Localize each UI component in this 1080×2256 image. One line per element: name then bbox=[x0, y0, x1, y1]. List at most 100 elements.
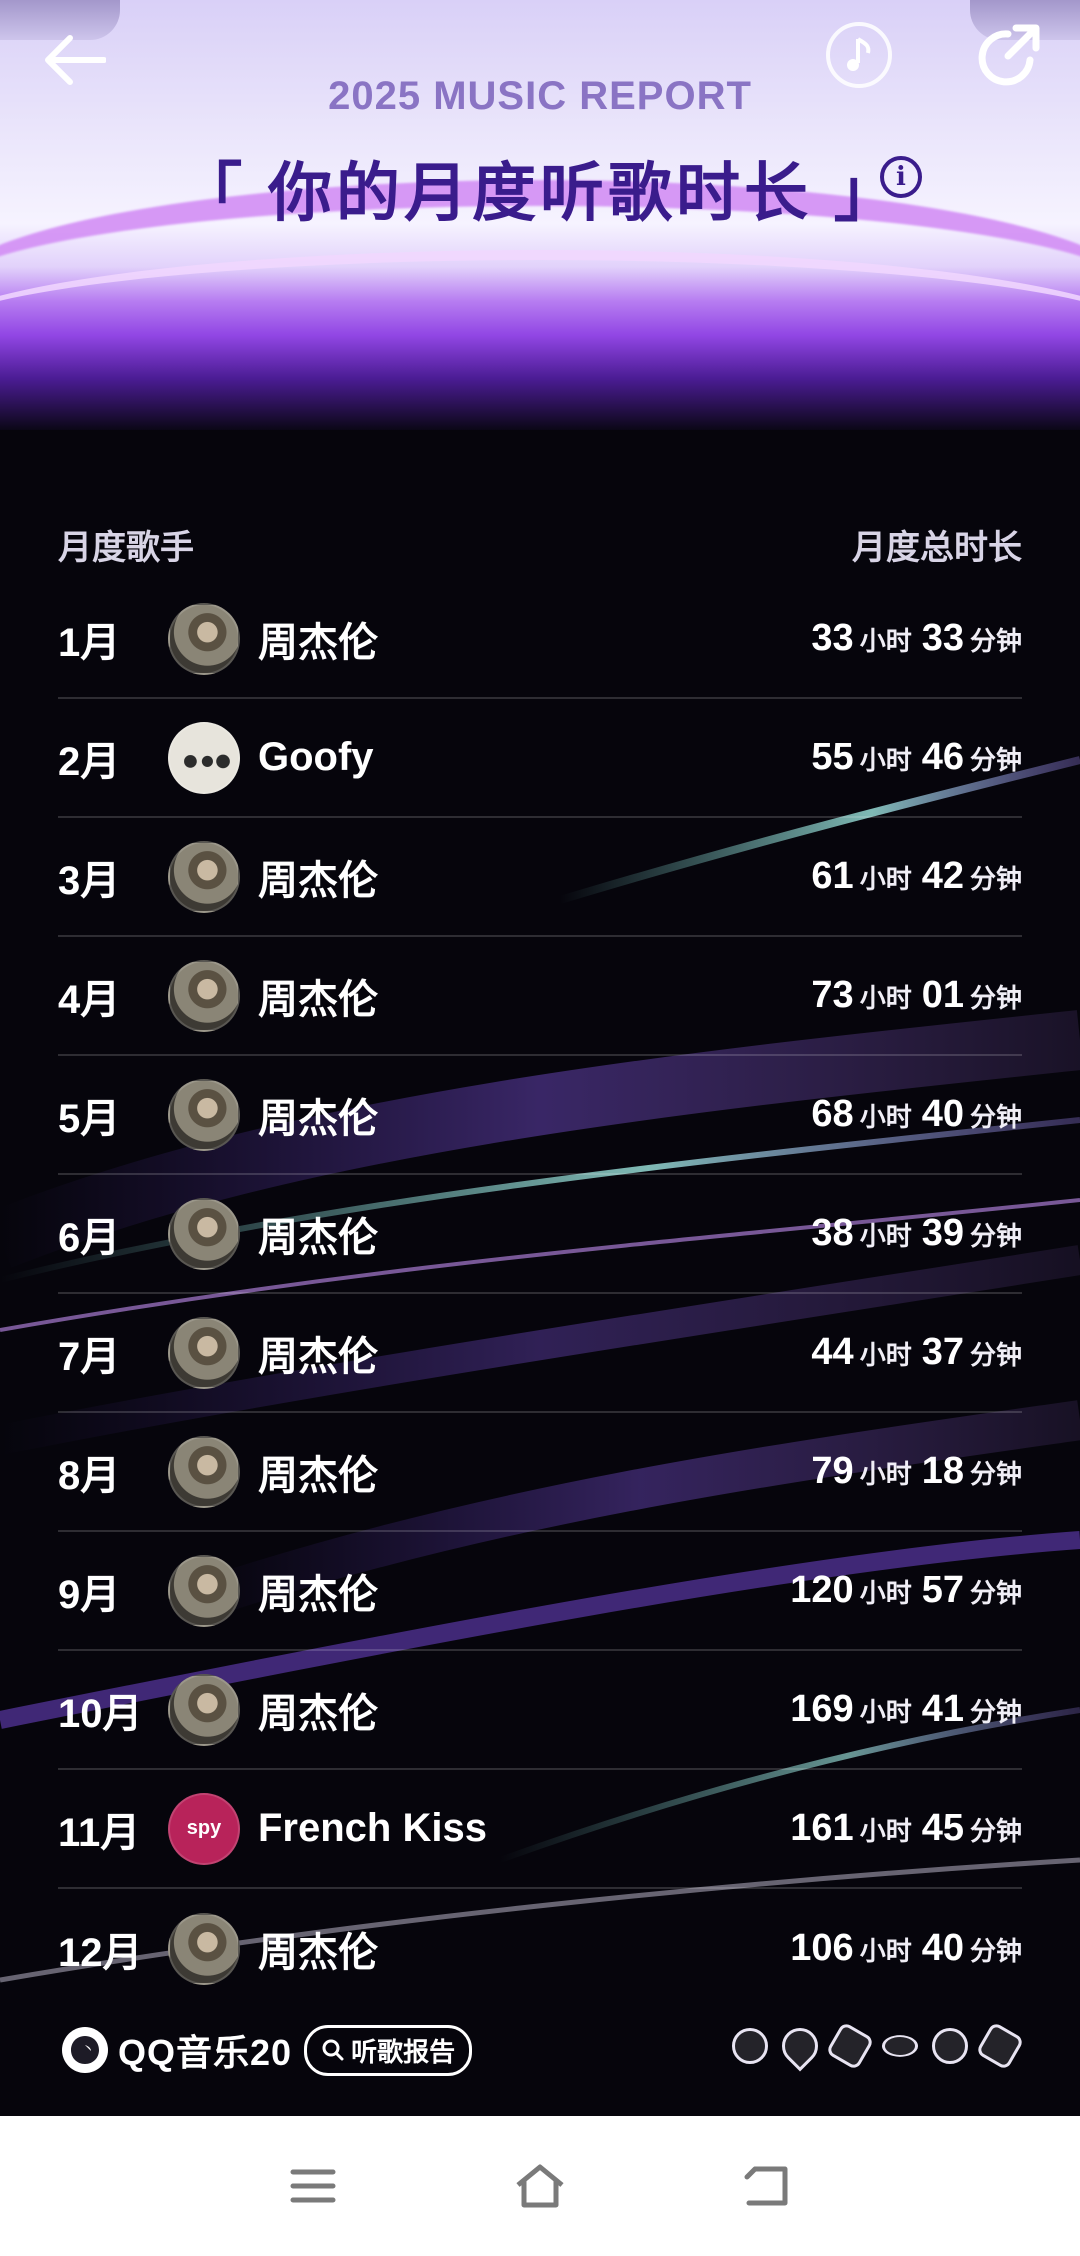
artist-name: Goofy bbox=[258, 735, 374, 779]
hours-value: 161 bbox=[790, 1807, 854, 1849]
minutes-value: 40 bbox=[921, 1927, 964, 1969]
hours-value: 55 bbox=[811, 736, 854, 778]
hours-value: 61 bbox=[811, 855, 854, 897]
minutes-value: 41 bbox=[921, 1688, 964, 1730]
artist-name: 周杰伦 bbox=[258, 1334, 378, 1379]
month-label: 8月 bbox=[58, 1453, 121, 1498]
hours-unit: 小时 bbox=[859, 1221, 912, 1251]
month-row: 7月 周杰伦 44 小时 37 分钟 bbox=[58, 1294, 1022, 1413]
minutes-unit: 分钟 bbox=[969, 1578, 1022, 1608]
hours-unit: 小时 bbox=[859, 1102, 912, 1132]
minutes-value: 18 bbox=[921, 1450, 964, 1492]
minutes-value: 01 bbox=[921, 974, 964, 1016]
month-row: 10月 周杰伦 169 小时 41 分钟 bbox=[58, 1651, 1022, 1770]
month-row: 9月 周杰伦 120 小时 57 分钟 bbox=[58, 1532, 1022, 1651]
minutes-unit: 分钟 bbox=[969, 1816, 1022, 1846]
system-navigation-bar bbox=[0, 2116, 1080, 2256]
home-button[interactable] bbox=[500, 2146, 580, 2226]
minutes-value: 45 bbox=[921, 1807, 964, 1849]
month-row: 3月 周杰伦 61 小时 42 分钟 bbox=[58, 818, 1022, 937]
achievement-badges bbox=[732, 2020, 1025, 2072]
duration: 73 小时 01 分钟 bbox=[811, 974, 1022, 1017]
month-label: 6月 bbox=[58, 1215, 121, 1260]
artist-avatar bbox=[168, 602, 240, 675]
hours-unit: 小时 bbox=[859, 626, 912, 656]
minutes-value: 39 bbox=[921, 1212, 964, 1254]
badge-heart-icon bbox=[774, 2020, 826, 2072]
duration: 161 小时 45 分钟 bbox=[790, 1807, 1022, 1850]
minutes-value: 42 bbox=[921, 855, 964, 897]
month-row: 12月 周杰伦 106 小时 40 分钟 bbox=[58, 1889, 1022, 2008]
month-label: 12月 bbox=[58, 1930, 143, 1975]
artist-avatar bbox=[168, 1673, 240, 1746]
hours-unit: 小时 bbox=[859, 745, 912, 775]
column-header-duration: 月度总时长 bbox=[852, 529, 1022, 567]
hours-value: 120 bbox=[790, 1569, 854, 1611]
artist-avatar bbox=[168, 1316, 240, 1389]
month-label: 3月 bbox=[58, 858, 121, 903]
hours-value: 33 bbox=[811, 617, 854, 659]
hours-unit: 小时 bbox=[859, 1816, 912, 1846]
minutes-value: 57 bbox=[921, 1569, 964, 1611]
back-icon bbox=[744, 2166, 788, 2206]
artist-name: 周杰伦 bbox=[258, 1572, 378, 1617]
report-screen: 2025 MUSIC REPORT 「 你的月度听歌时长 」 i 月度歌手 月度… bbox=[0, 0, 1080, 2116]
artist-name: 周杰伦 bbox=[258, 620, 378, 665]
duration: 38 小时 39 分钟 bbox=[811, 1212, 1022, 1255]
hours-unit: 小时 bbox=[859, 864, 912, 894]
listening-report-pill: 听歌报告 bbox=[304, 2024, 473, 2076]
duration: 169 小时 41 分钟 bbox=[790, 1688, 1022, 1731]
artist-avatar bbox=[168, 840, 240, 913]
minutes-value: 37 bbox=[921, 1331, 964, 1373]
artist-name: French Kiss bbox=[258, 1806, 487, 1850]
artist-name: 周杰伦 bbox=[258, 1215, 378, 1260]
artist-name: 周杰伦 bbox=[258, 1691, 378, 1736]
hours-unit: 小时 bbox=[859, 983, 912, 1013]
badge-ring-icon bbox=[876, 2032, 924, 2060]
minutes-unit: 分钟 bbox=[969, 1221, 1022, 1251]
artist-name: 周杰伦 bbox=[258, 1096, 378, 1141]
minutes-value: 46 bbox=[921, 736, 964, 778]
month-label: 7月 bbox=[58, 1334, 121, 1379]
month-label: 2月 bbox=[58, 739, 121, 784]
duration: 79 小时 18 分钟 bbox=[811, 1450, 1022, 1493]
info-icon[interactable]: i bbox=[880, 156, 922, 198]
report-subtitle: 2025 MUSIC REPORT bbox=[328, 74, 752, 118]
artist-name: 周杰伦 bbox=[258, 858, 378, 903]
artist-avatar bbox=[168, 1554, 240, 1627]
hours-unit: 小时 bbox=[859, 1578, 912, 1608]
minutes-unit: 分钟 bbox=[969, 1459, 1022, 1489]
badge-square-icon bbox=[825, 2021, 875, 2071]
duration: 33 小时 33 分钟 bbox=[811, 617, 1022, 660]
system-back-button[interactable] bbox=[727, 2146, 807, 2226]
minutes-unit: 分钟 bbox=[969, 1340, 1022, 1370]
artist-avatar bbox=[168, 1197, 240, 1270]
artist-avatar bbox=[168, 1435, 240, 1508]
minutes-unit: 分钟 bbox=[969, 983, 1022, 1013]
month-label: 4月 bbox=[58, 977, 121, 1022]
month-row: 8月 周杰伦 79 小时 18 分钟 bbox=[58, 1413, 1022, 1532]
artist-avatar bbox=[168, 1078, 240, 1151]
month-label: 5月 bbox=[58, 1096, 121, 1141]
month-row: 2月 Goofy 55 小时 46 分钟 bbox=[58, 699, 1022, 818]
month-row: 1月 周杰伦 33 小时 33 分钟 bbox=[58, 580, 1022, 699]
minutes-unit: 分钟 bbox=[969, 1697, 1022, 1727]
search-icon bbox=[322, 2039, 344, 2061]
minutes-unit: 分钟 bbox=[969, 864, 1022, 894]
hours-value: 79 bbox=[811, 1450, 854, 1492]
hours-value: 73 bbox=[811, 974, 854, 1016]
artist-avatar bbox=[168, 959, 240, 1032]
month-label: 9月 bbox=[58, 1572, 121, 1617]
badge-planet-icon bbox=[932, 2028, 968, 2064]
minutes-unit: 分钟 bbox=[969, 745, 1022, 775]
month-label: 11月 bbox=[58, 1810, 141, 1855]
recent-apps-button[interactable] bbox=[273, 2146, 353, 2226]
artist-avatar: spy bbox=[168, 1792, 240, 1865]
month-row: 4月 周杰伦 73 小时 01 分钟 bbox=[58, 937, 1022, 1056]
pill-label: 听歌报告 bbox=[351, 2036, 456, 2067]
duration: 106 小时 40 分钟 bbox=[790, 1927, 1022, 1970]
artist-avatar bbox=[168, 1912, 240, 1985]
duration: 68 小时 40 分钟 bbox=[811, 1093, 1022, 1136]
hours-value: 38 bbox=[811, 1212, 854, 1254]
hours-value: 169 bbox=[790, 1688, 854, 1730]
